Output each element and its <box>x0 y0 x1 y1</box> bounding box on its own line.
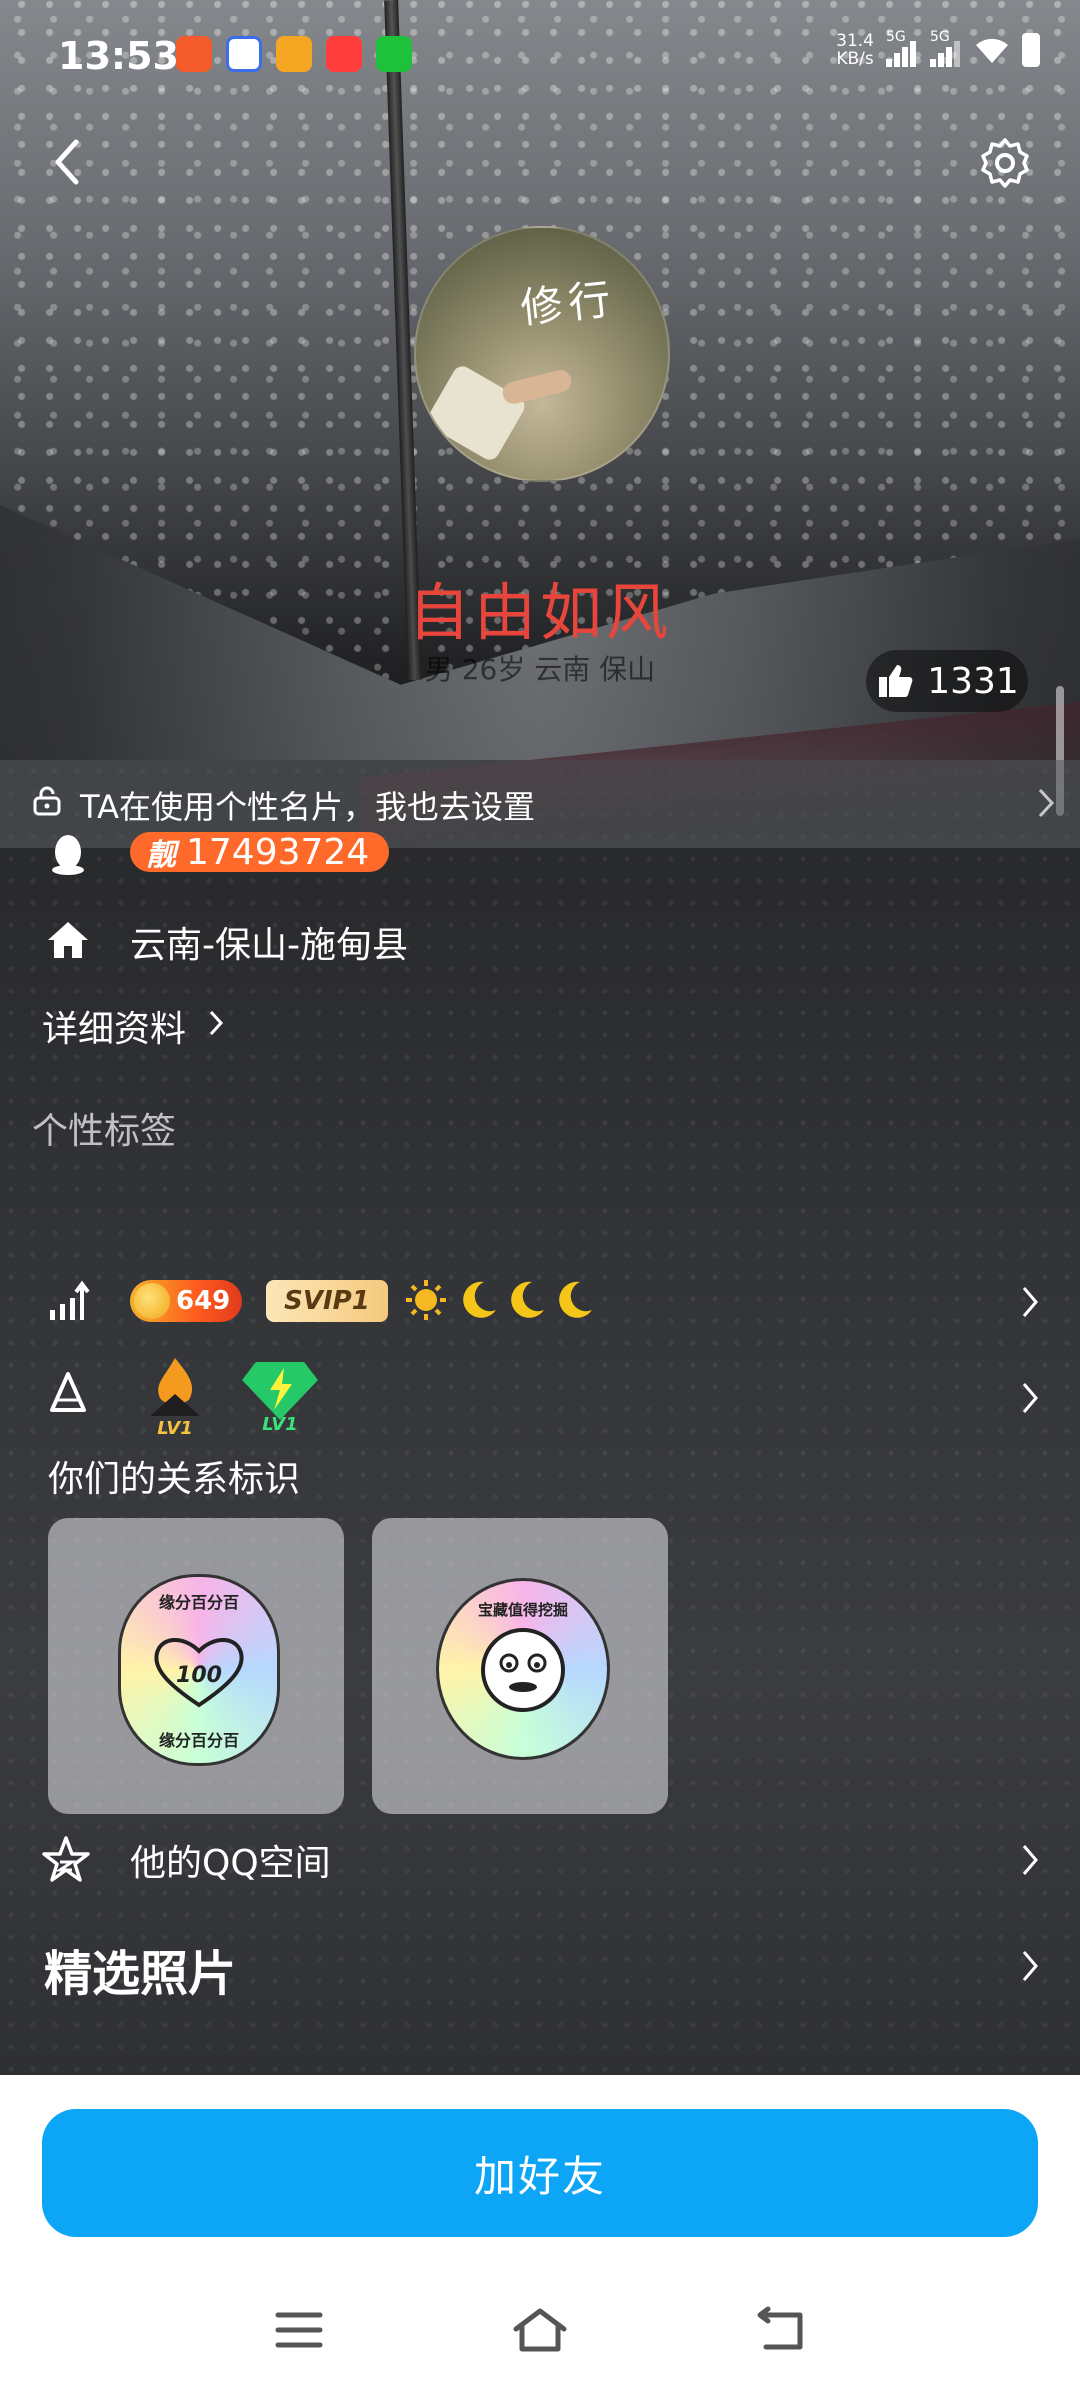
fate-sticker: 缘分百分百 100 缘分百分百 <box>118 1574 280 1766</box>
thumbs-up-icon <box>879 665 913 697</box>
fire-level-label: LV1 <box>157 1418 193 1439</box>
qq-number-row: 靓 17493724 <box>0 814 1080 894</box>
like-button[interactable]: 1331 <box>866 650 1028 712</box>
moon-level-icon <box>559 1281 592 1318</box>
bottom-action-bar: 加好友 <box>0 2075 1080 2400</box>
featured-photos-row[interactable]: 精选照片 <box>0 1920 1080 2010</box>
moon-level-icon <box>463 1281 496 1318</box>
status-time: 13:53 <box>58 34 179 78</box>
qq-number: 17493724 <box>186 831 370 873</box>
level-row[interactable]: 649 SVIP1 <box>0 1270 1080 1340</box>
chevron-right-icon <box>1022 1287 1038 1317</box>
signal-type-label: 5G <box>886 29 906 45</box>
tags-label: 个性标签 <box>32 1111 177 1152</box>
app-notification-icon <box>226 36 262 72</box>
menu-icon[interactable] <box>274 2305 324 2355</box>
status-bar: 13:53 31.4 KB/s 5G 5G <box>0 0 1080 110</box>
gem-level-label: LV1 <box>262 1414 298 1435</box>
address-text: 云南-保山-施甸县 <box>130 925 408 966</box>
face-icon <box>481 1628 565 1712</box>
qzone-label: 他的QQ空间 <box>130 1843 331 1884</box>
qzone-row[interactable]: 他的QQ空间 <box>0 1820 1080 1900</box>
system-navigation-bar <box>0 2295 1080 2375</box>
chevron-right-icon[interactable] <box>208 1008 224 1038</box>
like-count: 1331 <box>927 660 1019 702</box>
sticker-center-number: 100 <box>176 1663 222 1688</box>
star-icon <box>42 1836 90 1882</box>
badge-bell-icon <box>50 1372 86 1412</box>
coin-value: 649 <box>176 1286 231 1316</box>
flame-icon <box>150 1358 200 1416</box>
coin-icon <box>134 1283 170 1319</box>
card-lock-icon <box>33 786 61 816</box>
back-nav-icon[interactable] <box>756 2305 806 2355</box>
back-icon[interactable] <box>48 132 88 192</box>
address-row: 云南-保山-施甸县 <box>0 900 1080 980</box>
svip-badge: SVIP1 <box>266 1280 388 1322</box>
sticker-text: 宝藏值得挖掘 <box>477 1601 568 1619</box>
signal-icon: 5G <box>928 29 962 67</box>
qq-number-badge[interactable]: 靓 17493724 <box>130 831 390 873</box>
system-indicators: 31.4 KB/s 5G 5G <box>836 29 1040 69</box>
moon-level-icon <box>511 1281 544 1318</box>
signal-type-label: 5G <box>930 29 950 45</box>
chevron-right-icon <box>1022 1951 1038 1981</box>
sticker-text-bottom: 缘分百分百 <box>158 1731 239 1750</box>
net-speed: 31.4 KB/s <box>836 31 874 69</box>
avatar-text: 修行 <box>518 274 619 333</box>
badge-row[interactable]: LV1 LV1 <box>0 1350 1080 1450</box>
detail-link[interactable]: 详细资料 <box>42 1000 186 1052</box>
penguin-icon <box>52 835 84 875</box>
relationship-card[interactable]: 宝藏值得挖掘 <box>372 1518 668 1814</box>
sun-level-icon <box>406 1280 446 1320</box>
wifi-icon <box>976 38 1008 63</box>
featured-photos-label: 精选照片 <box>44 1946 237 2002</box>
avatar[interactable]: 修行 <box>414 226 670 482</box>
app-notification-icon <box>176 36 212 72</box>
treasure-sticker: 宝藏值得挖掘 <box>436 1578 610 1760</box>
fire-level-badge: LV1 <box>140 1354 210 1440</box>
relationship-card[interactable]: 缘分百分百 100 缘分百分百 <box>48 1518 344 1814</box>
settings-gear-icon[interactable] <box>978 136 1032 190</box>
app-notification-icon <box>276 36 312 72</box>
sticker-text-top: 缘分百分百 <box>158 1593 239 1612</box>
gem-level-badge: LV1 <box>240 1358 320 1435</box>
wechat-notification-icon <box>376 36 412 72</box>
signal-icon: 5G <box>884 29 918 67</box>
home-nav-icon[interactable] <box>510 2305 570 2355</box>
add-friend-button[interactable]: 加好友 <box>42 2109 1038 2237</box>
coin-badge: 649 <box>130 1280 242 1322</box>
home-icon <box>48 922 88 958</box>
relationship-label: 你们的关系标识 <box>48 1459 301 1500</box>
chevron-right-icon <box>1022 1383 1038 1413</box>
nickname: 自由如风 <box>407 576 672 649</box>
notification-icons <box>176 36 412 72</box>
level-up-icon <box>50 1280 90 1320</box>
battery-icon <box>1022 33 1040 67</box>
liang-label: 靓 <box>146 838 176 873</box>
gem-icon <box>242 1362 318 1420</box>
chevron-right-icon <box>1022 1845 1038 1875</box>
taobao-notification-icon <box>326 36 362 72</box>
